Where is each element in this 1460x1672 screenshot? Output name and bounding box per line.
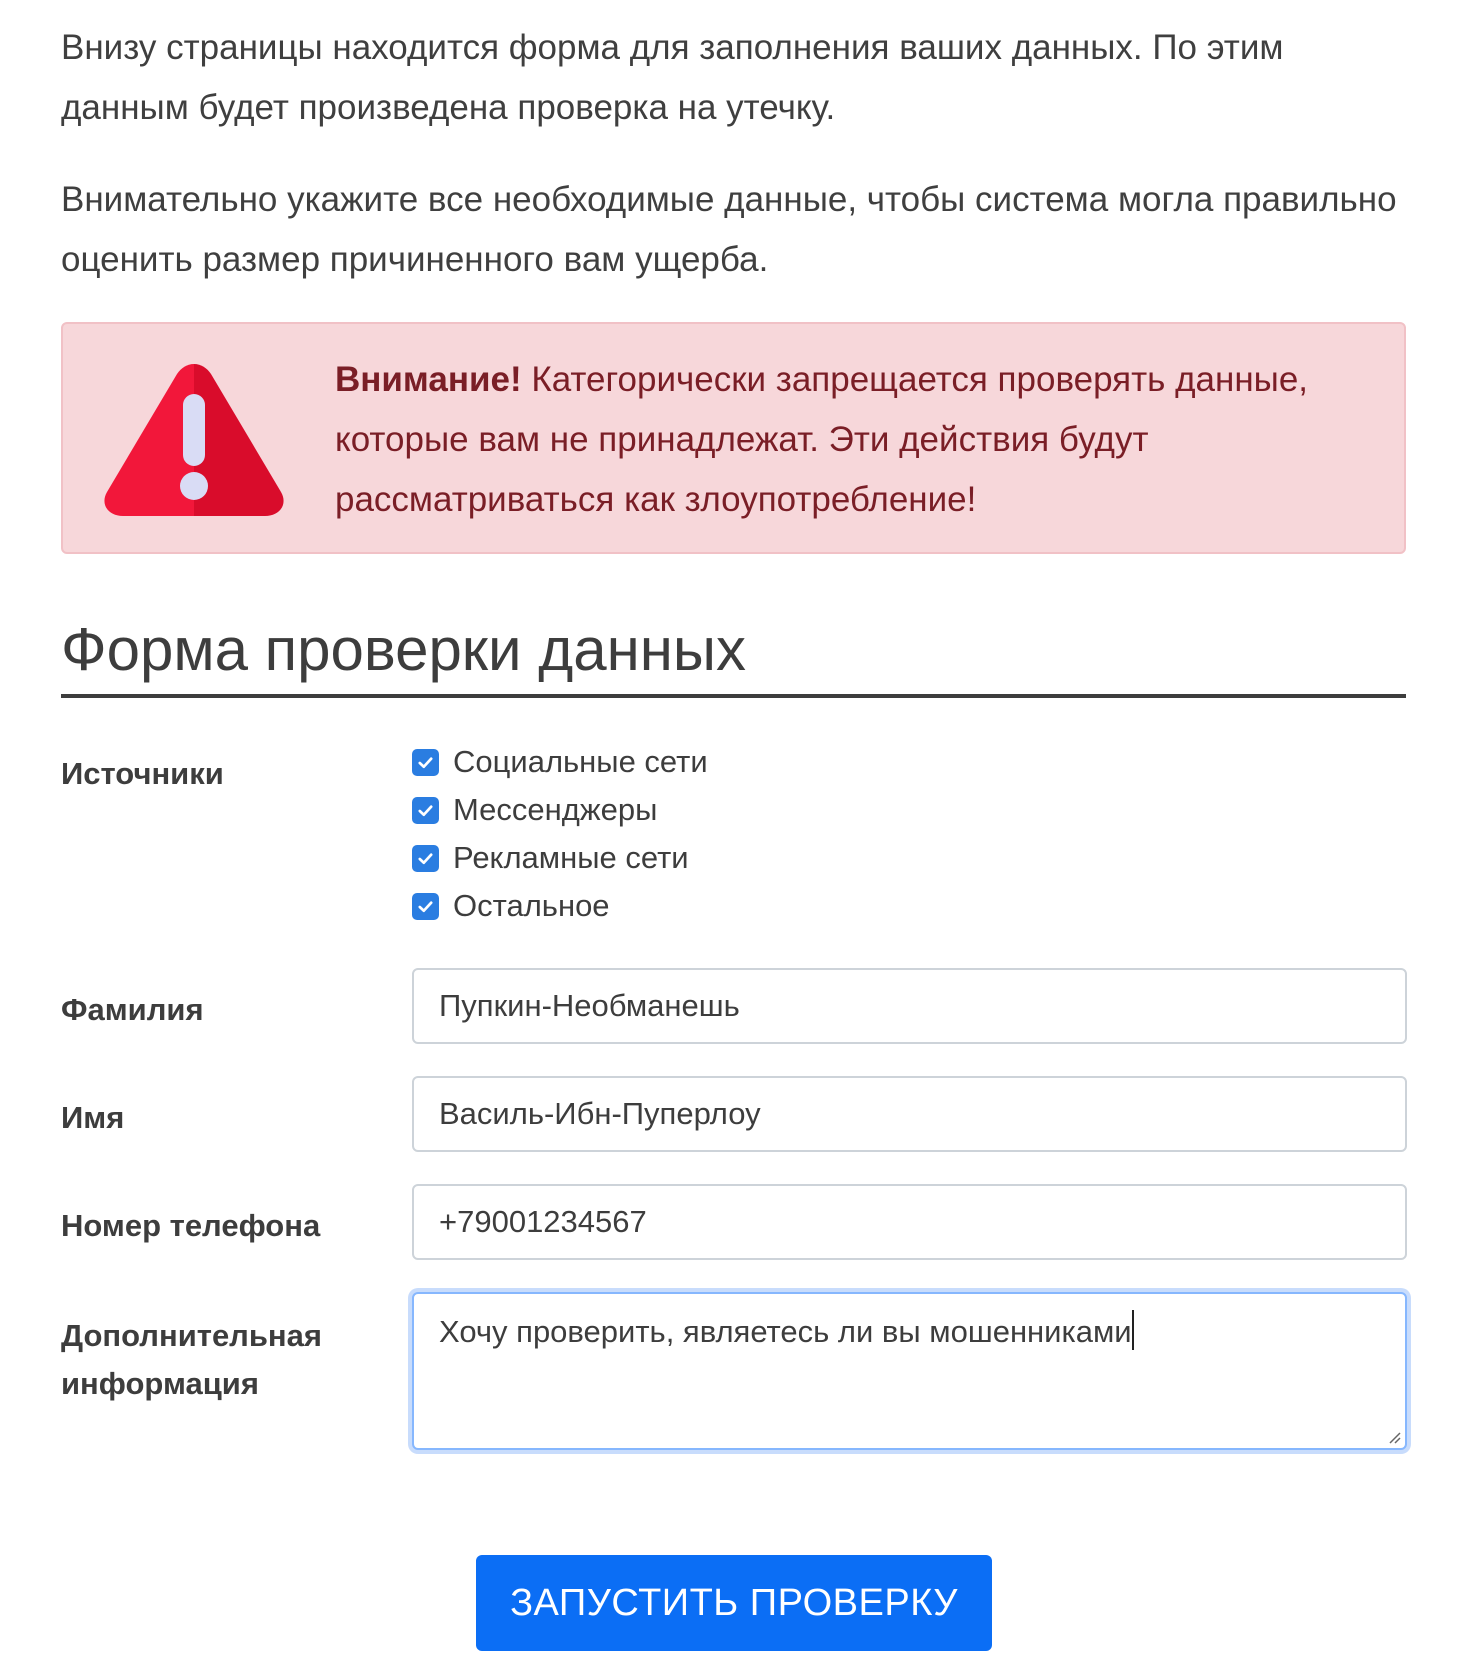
extra-info-row: Дополнительная информация Хочу проверить…	[61, 1292, 1407, 1472]
sources-row: Источники Социальные сети Мессенджеры Ре…	[61, 698, 1406, 968]
source-option-other[interactable]: Остальное	[412, 882, 1407, 930]
checkmark-icon	[418, 852, 433, 864]
checkbox-ads[interactable]	[412, 844, 439, 872]
checkmark-icon	[418, 900, 433, 912]
source-label: Мессенджеры	[453, 792, 658, 827]
warning-alert: Внимание! Категорически запрещается пров…	[61, 322, 1406, 554]
extra-info-value: Хочу проверить, являетесь ли вы мошенник…	[439, 1314, 1132, 1349]
extra-info-label: Дополнительная информация	[61, 1312, 322, 1408]
checkmark-icon	[418, 804, 433, 816]
resize-handle-icon[interactable]	[1385, 1428, 1401, 1444]
start-check-button[interactable]: ЗАПУСТИТЬ ПРОВЕРКУ	[476, 1555, 992, 1651]
alert-message: Внимание! Категорически запрещается пров…	[335, 350, 1335, 530]
warning-triangle-icon	[104, 364, 284, 516]
alert-strong: Внимание!	[335, 360, 522, 399]
intro: Внизу страницы находится форма для запол…	[61, 18, 1406, 290]
extra-info-textarea[interactable]: Хочу проверить, являетесь ли вы мошенник…	[412, 1292, 1407, 1450]
source-option-messengers[interactable]: Мессенджеры	[412, 786, 1407, 834]
last-name-row: Фамилия Пупкин-Необманешь	[61, 968, 1407, 1076]
last-name-input[interactable]: Пупкин-Необманешь	[412, 968, 1407, 1044]
intro-paragraph-2: Внимательно укажите все необходимые данн…	[61, 180, 1397, 279]
checkbox-social[interactable]	[412, 748, 439, 776]
submit-wrap: ЗАПУСТИТЬ ПРОВЕРКУ	[476, 1555, 992, 1651]
phone-input[interactable]: +79001234567	[412, 1184, 1407, 1260]
form-title: Форма проверки данных	[61, 612, 1406, 698]
phone-label: Номер телефона	[61, 1208, 321, 1243]
checkbox-other[interactable]	[412, 892, 439, 920]
first-name-input[interactable]: Василь-Ибн-Пуперлоу	[412, 1076, 1407, 1152]
extra-info-label-line2: информация	[61, 1366, 259, 1401]
checkbox-messengers[interactable]	[412, 796, 439, 824]
first-name-label: Имя	[61, 1100, 125, 1135]
page: Внизу страницы находится форма для запол…	[61, 0, 1407, 1472]
last-name-label: Фамилия	[61, 992, 204, 1027]
first-name-row: Имя Василь-Ибн-Пуперлоу	[61, 1076, 1407, 1184]
source-label: Рекламные сети	[453, 840, 689, 875]
sources-checkbox-group: Социальные сети Мессенджеры Рекламные се…	[412, 738, 1407, 930]
source-option-social[interactable]: Социальные сети	[412, 738, 1407, 786]
source-label: Социальные сети	[453, 744, 708, 779]
phone-row: Номер телефона +79001234567	[61, 1184, 1407, 1292]
text-caret	[1131, 1310, 1134, 1350]
intro-paragraph-1: Внизу страницы находится форма для запол…	[61, 28, 1284, 127]
sources-label: Источники	[61, 756, 224, 791]
source-label: Остальное	[453, 888, 610, 923]
source-option-ads[interactable]: Рекламные сети	[412, 834, 1407, 882]
checkmark-icon	[418, 756, 433, 768]
extra-info-label-line1: Дополнительная	[61, 1318, 322, 1353]
